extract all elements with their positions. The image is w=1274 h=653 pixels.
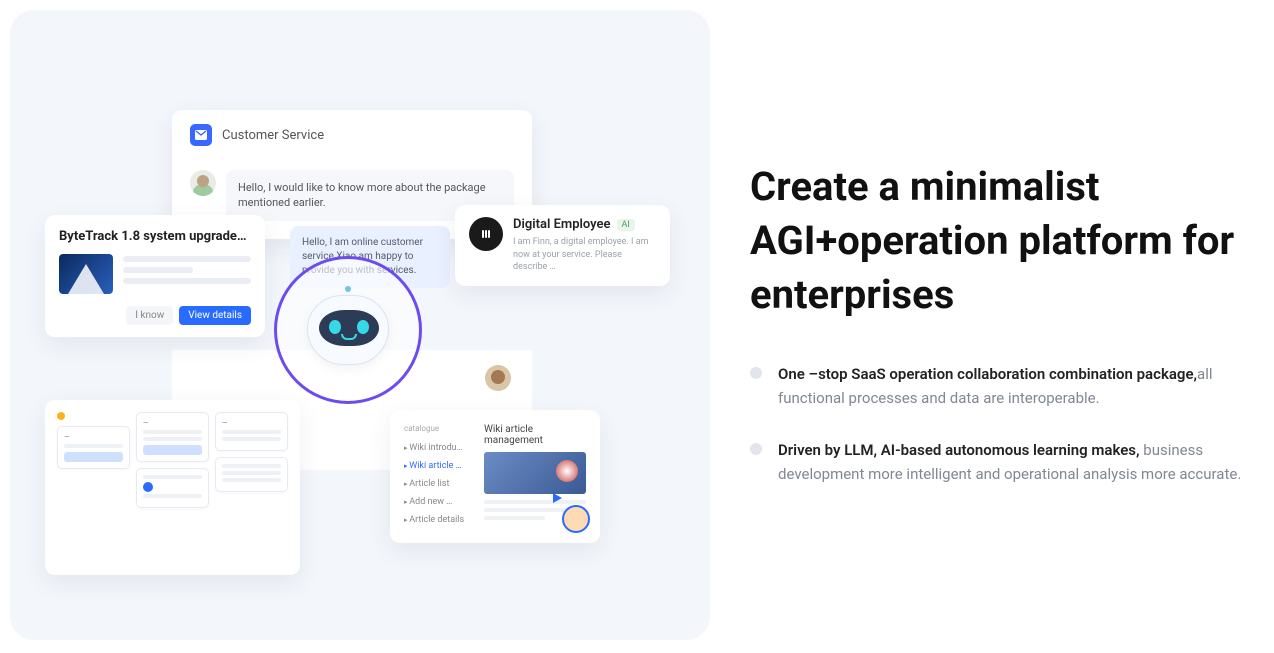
flow-start-icon — [57, 412, 65, 420]
view-details-button[interactable]: View details — [179, 306, 251, 325]
wiki-nav-item[interactable]: Article list — [404, 475, 472, 493]
flow-node — [136, 468, 209, 508]
agent-avatar-icon — [485, 365, 511, 391]
bullet-dot-icon — [750, 367, 762, 379]
upgrade-thumbnail-icon — [59, 254, 113, 294]
wiki-nav-item[interactable]: Wiki introdu… — [404, 439, 472, 457]
customer-service-title: Customer Service — [222, 128, 324, 143]
digital-employee-title: Digital Employee — [513, 217, 611, 232]
feature-illustration-panel: Customer Service Hello, I would like to … — [10, 10, 710, 640]
wiki-nav-item[interactable]: Add new … — [404, 493, 472, 511]
catalogue-label: catalogue — [404, 424, 472, 433]
play-icon — [143, 482, 153, 492]
bytetrack-card: ByteTrack 1.8 system upgrade… I know Vie… — [45, 215, 265, 337]
bullet-dot-icon — [750, 443, 762, 455]
wiki-title: Wiki article management — [484, 424, 586, 446]
wiki-article-image — [484, 452, 586, 494]
bullet-bold: Driven by LLM, AI-based autonomous learn… — [778, 441, 1140, 459]
user-avatar-icon — [190, 170, 216, 196]
digital-employee-icon — [469, 217, 503, 251]
wiki-nav-item[interactable]: Wiki article … — [404, 457, 472, 475]
feature-bullet: One –stop SaaS operation collaboration c… — [750, 362, 1244, 410]
play-icon[interactable] — [553, 493, 562, 503]
feature-bullet: Driven by LLM, AI-based autonomous learn… — [750, 438, 1244, 486]
flow-node: — — [215, 412, 288, 451]
bullet-bold: One –stop SaaS operation collaboration c… — [778, 365, 1197, 383]
flow-node: — — [136, 412, 209, 462]
bytetrack-title: ByteTrack 1.8 system upgrade… — [59, 229, 251, 244]
wiki-management-card: catalogue Wiki introdu… Wiki article … A… — [390, 410, 600, 543]
wiki-nav-item[interactable]: Article details — [404, 511, 472, 529]
marketing-copy-panel: Create a minimalist AGI+operation platfo… — [750, 10, 1244, 514]
flow-node — [215, 457, 288, 492]
ai-badge: AI — [617, 219, 635, 231]
customer-service-icon — [190, 124, 212, 146]
presenter-avatar-icon — [562, 505, 590, 533]
workflow-card: — — — — [45, 400, 300, 575]
digital-employee-desc: I am Finn, a digital employee. I am now … — [513, 236, 656, 274]
page-headline: Create a minimalist AGI+operation platfo… — [750, 160, 1244, 322]
flow-node: — — [57, 426, 130, 469]
ai-robot-avatar — [274, 256, 422, 404]
digital-employee-card: Digital Employee AI I am Finn, a digital… — [455, 205, 670, 286]
i-know-button[interactable]: I know — [126, 306, 173, 325]
